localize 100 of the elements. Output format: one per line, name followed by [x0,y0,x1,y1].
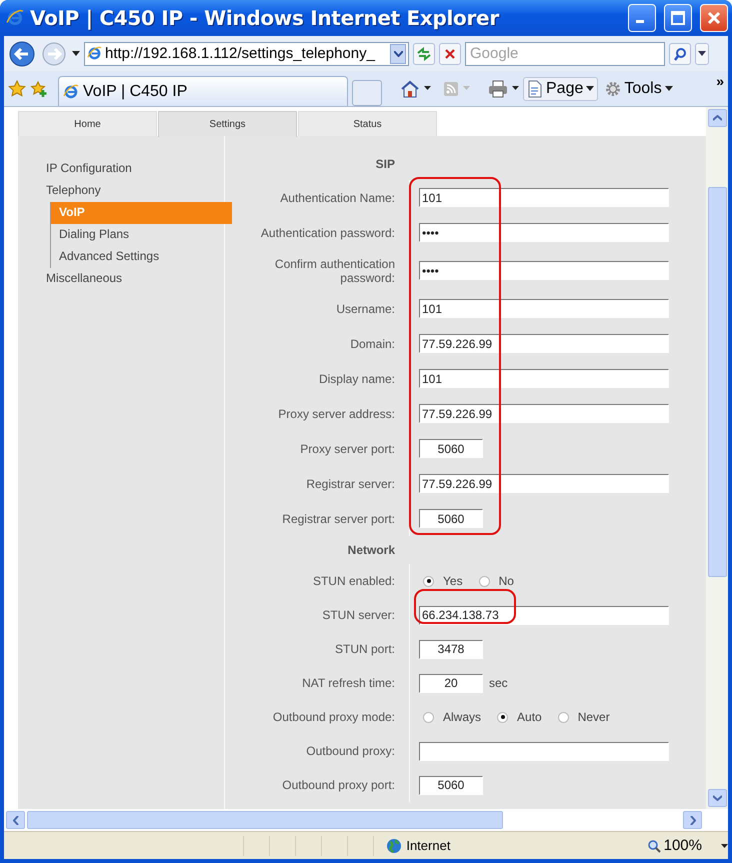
dropdown-button[interactable] [695,42,709,65]
text-field[interactable]: 101 [419,188,669,208]
refresh-button[interactable] [413,42,435,65]
caret-icon [586,86,594,92]
field-label: Outbound proxy port: [281,778,395,792]
maximize-button[interactable] [664,4,692,32]
text-field[interactable]: •••• [419,261,669,280]
zoom-control[interactable]: 100% [646,837,728,854]
printer-icon[interactable] [488,80,508,98]
field-label: Registrar server: [305,476,395,491]
maximize-icon [670,10,686,26]
scrollbar-thumb[interactable] [708,187,726,578]
browser-logo-icon [87,46,102,62]
field-label: STUN port: [334,642,395,656]
page-tab[interactable]: Status [298,111,437,136]
text-field[interactable]: 101 [419,299,669,318]
field-label: Registrar server port: [281,512,395,526]
field-label: Display name: [318,372,395,386]
text-field[interactable]: •••• [419,223,669,242]
scroll-left-button[interactable] [6,811,25,830]
field-label: Confirm authentication password: [274,256,395,285]
zoom-icon [646,838,661,853]
field-label: Authentication password: [260,226,395,240]
radio-option[interactable]: Yes [423,574,463,588]
search-field[interactable]: Google [465,42,665,66]
text-field[interactable]: 5060 [419,509,483,528]
close-button[interactable] [700,4,728,32]
field-label: Proxy server address: [277,406,395,421]
dropdown-caret-icon[interactable] [72,50,80,57]
field-label: STUN enabled: [312,574,395,588]
chevron-left-icon [12,816,18,825]
dropdown-button[interactable] [390,44,406,64]
globe-icon [386,838,402,854]
gear-icon [605,80,622,97]
nav-item[interactable]: Advanced Settings [51,246,224,268]
caret-icon [698,51,706,56]
radio-option[interactable]: No [478,574,514,588]
home-icon[interactable] [400,80,420,98]
field-label: Username: [335,302,395,316]
text-field[interactable]: 77.59.226.99 [419,334,669,354]
field-label: NAT refresh time: [301,676,395,690]
text-field[interactable]: 5060 [419,776,483,795]
text-field[interactable]: 3478 [419,640,483,659]
dropdown-caret-icon[interactable] [424,86,431,92]
more-chevron[interactable]: » [716,73,724,90]
text-field[interactable]: 77.59.226.99 [419,404,669,424]
caret-icon [721,844,728,848]
browser-logo-icon [6,8,24,27]
scroll-up-button[interactable] [708,109,726,128]
field-label: Proxy server port: [299,442,395,456]
radio-option[interactable]: Never [558,710,610,724]
dropdown-caret-icon[interactable] [512,86,519,92]
chevron-down-icon [394,50,402,57]
favorites-star-icon[interactable] [8,80,26,98]
browser-logo-icon [63,84,79,100]
window-title: VoIP | C450 IP - Windows Internet Explorer [30,6,500,30]
text-field[interactable]: 5060 [419,439,483,458]
scroll-down-button[interactable] [708,789,726,808]
browser-tab[interactable]: VoIP | C450 IP [58,76,348,106]
text-field[interactable]: 101 [419,369,669,388]
close-icon [444,48,456,60]
section-heading: SIP [376,157,395,172]
security-zone: Internet [406,838,450,854]
search-icon [673,46,687,61]
page-icon [527,80,543,98]
field-label: Domain: [349,336,395,351]
section-heading: Network [348,543,395,558]
text-field[interactable]: 77.59.226.99 [419,474,669,494]
chevron-down-icon [712,795,722,802]
search-button[interactable] [669,42,691,65]
text-field[interactable] [419,742,669,761]
address-field[interactable]: http://192.168.1.112/settings_telephony_ [84,42,409,66]
add-favorite-icon[interactable] [30,80,48,98]
back-button[interactable] [8,40,36,68]
chevron-up-icon [712,115,722,122]
nav-item[interactable]: IP Configuration [18,158,224,180]
close-icon [706,10,722,26]
nav-item[interactable]: Telephony [18,180,224,202]
radio-option[interactable]: Always [423,710,482,724]
field-label: Outbound proxy mode: [272,710,395,724]
nav-item[interactable]: Dialing Plans [51,224,224,246]
nav-item[interactable]: Miscellaneous [18,268,224,290]
field-label: Outbound proxy: [305,744,395,758]
radio-option[interactable]: Auto [497,710,542,724]
minimize-icon [636,20,644,24]
field-label: Authentication Name: [279,190,395,205]
page-tab[interactable]: Home [18,111,157,136]
field-label: STUN server: [321,608,395,622]
scrollbar-thumb[interactable] [27,811,503,830]
unit-label: sec [489,676,508,690]
text-field[interactable]: 20 [419,674,483,693]
page-tab[interactable]: Settings [158,111,297,138]
stop-button[interactable] [439,42,461,65]
refresh-icon [416,46,432,61]
scroll-right-button[interactable] [683,811,702,830]
chevron-right-icon [690,816,696,825]
text-field[interactable]: 66.234.138.73 [419,606,669,625]
page-menu[interactable]: Page [523,76,598,101]
tools-menu[interactable]: Tools [602,78,676,100]
minimize-button[interactable] [628,4,656,32]
